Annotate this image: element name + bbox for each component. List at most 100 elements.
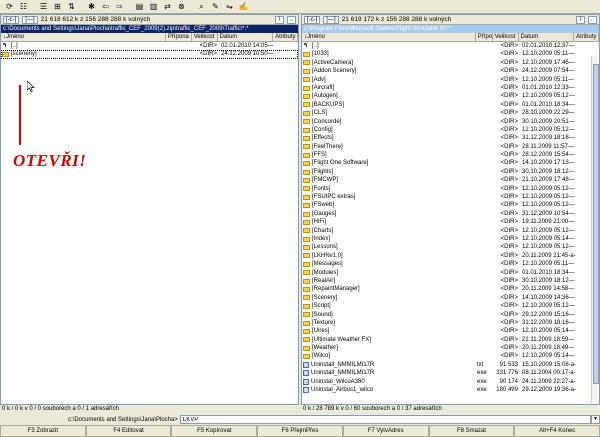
fkey-button-3[interactable]: F5 Kopírovat	[171, 425, 258, 437]
rename-icon[interactable]: ✎	[209, 1, 222, 13]
file-row[interactable]: [FSweb] <DIR> 12.10.2009 05:12—	[302, 201, 599, 209]
file-row[interactable]: [Scenery] <DIR> 14.10.2009 14:36—	[302, 294, 599, 302]
left-drive-select[interactable]: [-c-]	[3, 15, 20, 24]
folder-icon	[303, 253, 310, 259]
command-history-dropdown[interactable]: ▼	[591, 415, 600, 424]
fkey-button-6[interactable]: F8 Smazat	[428, 425, 515, 437]
file-row[interactable]: [Script] <DIR> 12.10.2009 05:12—	[302, 302, 599, 310]
file-row[interactable]: [Weather] <DIR> 20.11.2009 18:49—	[302, 344, 599, 352]
file-row[interactable]: [Adv] <DIR> 12.10.2009 05:11—	[302, 76, 599, 84]
file-row[interactable]: [Concorde] <DIR> 30.10.2009 20:51—	[302, 118, 599, 126]
right-col-date[interactable]: Datum	[519, 33, 575, 41]
file-row[interactable]: [CLS] <DIR> 28.10.2009 22:29—	[302, 109, 599, 117]
file-name: [Index]	[312, 235, 331, 242]
disconnect-icon[interactable]: ⊗	[175, 1, 188, 13]
forward-icon[interactable]: ⇨	[113, 1, 126, 13]
right-parent-button[interactable]: ..	[588, 15, 597, 24]
up-dir-icon: ↰	[2, 43, 8, 50]
file-row[interactable]: [BACKUPS] <DIR> 01.01.2010 18:34—	[302, 101, 599, 109]
brief-view-icon[interactable]: ☷	[17, 1, 30, 13]
select-icon[interactable]: ✱	[85, 1, 98, 13]
file-row[interactable]: [FMCWP] <DIR> 21.10.2009 17:48—	[302, 176, 599, 184]
file-row[interactable]: [Gauges] <DIR> 31.12.2009 10:54—	[302, 210, 599, 218]
pack-icon[interactable]: ▤	[133, 1, 146, 13]
right-panel[interactable]: [-c-] [—] 21 619 172 k z 156 288 288 k v…	[301, 14, 600, 405]
left-panel[interactable]: [-c-] [—] 21 618 612 k z 156 288 288 k v…	[0, 14, 299, 405]
file-row[interactable]: [Lessons] <DIR> 12.10.2009 05:12—	[302, 243, 599, 251]
file-row[interactable]: Uninstal_WilcoA380 exe 90 174 24.11.2009 22…	[302, 378, 599, 386]
file-row[interactable]: [Aircraft] <DIR> 01.01.2010 12:33—	[302, 84, 599, 92]
file-row[interactable]: [Charts] <DIR> 12.10.2009 05:12—	[302, 227, 599, 235]
left-col-name[interactable]: ↓Jméno	[1, 33, 166, 41]
file-row[interactable]: [RealAir] <DIR> 30.10.2009 18:12—	[302, 277, 599, 285]
file-row[interactable]: [sceneny] <DIR> 24.12.2009 10:50—	[1, 50, 298, 59]
file-row[interactable]: [Autogen] <DIR> 12.10.2009 05:12—	[302, 92, 599, 100]
file-row[interactable]: ↰ [..] <DIR> 02.01.2010 12:37—	[302, 42, 599, 50]
right-col-attr[interactable]: Atributy	[574, 33, 599, 41]
file-row[interactable]: [Addon Scenery] <DIR> 24.12.2009 07:54—	[302, 67, 599, 75]
file-name: [Aircraft]	[312, 84, 335, 91]
fkey-button-7[interactable]: Alt+F4 Konec	[514, 425, 600, 437]
file-row[interactable]: [Index] <DIR> 12.10.2009 05:14—	[302, 235, 599, 243]
file-row[interactable]: [Flights] <DIR> 30.10.2009 18:12—	[302, 168, 599, 176]
file-row[interactable]: [Modules] <DIR> 01.01.2010 18:34—	[302, 269, 599, 277]
command-input[interactable]	[179, 415, 591, 424]
file-row[interactable]: [LKHNv1.0] <DIR> 20.11.2009 21:45-a-	[302, 252, 599, 260]
right-drive-select[interactable]: [-c-]	[304, 15, 321, 24]
file-row[interactable]: [RepaintManager] <DIR> 20.11.2009 14:58—	[302, 285, 599, 293]
file-row[interactable]: [Messages] <DIR> 12.10.2009 05:11—	[302, 260, 599, 268]
fkey-button-1[interactable]: F3 Zobrazit	[0, 425, 86, 437]
file-row[interactable]: ↰ [..] <DIR> 02.01.2010 14:05—	[1, 42, 298, 50]
file-row[interactable]: [Flight One Software] <DIR> 14.10.2009 17:…	[302, 159, 599, 167]
find-icon[interactable]: ⌕	[195, 1, 208, 13]
right-scroll-thumb[interactable]	[593, 64, 599, 384]
ftp-icon[interactable]: ⇄	[161, 1, 174, 13]
fkey-button-2[interactable]: F4 Editovat	[85, 425, 172, 437]
left-path-bar[interactable]: c:\Documents and Settings\Jana\Plocha\tr…	[1, 25, 298, 33]
right-scrollbar[interactable]	[591, 56, 599, 404]
file-row[interactable]: [Config] <DIR> 12.10.2009 05:12—	[302, 126, 599, 134]
file-row[interactable]: [Uires] <DIR> 12.10.2009 05:14—	[302, 327, 599, 335]
file-row[interactable]: [Fonts] <DIR> 12.10.2009 05:12—	[302, 185, 599, 193]
file-row[interactable]: [FeelThere] <DIR> 28.11.2009 11:57—	[302, 143, 599, 151]
left-parent-button[interactable]: ..	[287, 15, 296, 24]
file-row[interactable]: [FSUIPC extras] <DIR> 12.10.2009 05:12—	[302, 193, 599, 201]
unpack-icon[interactable]: ▥	[147, 1, 160, 13]
right-path-bar[interactable]: c:\Program Files\Microsoft Games\Flight …	[302, 25, 599, 33]
sort-icon[interactable]: ⇅	[65, 1, 78, 13]
file-row[interactable]: Uninstall_NMMILMI17R txt 91 533 15.10.2009 …	[302, 361, 599, 369]
file-size: <DIR>	[500, 303, 518, 310]
right-col-ext[interactable]: Přípona	[476, 33, 493, 41]
right-root-button[interactable]: \	[576, 15, 585, 24]
file-row[interactable]: [Sound] <DIR> 29.12.2009 15:16—	[302, 311, 599, 319]
file-row[interactable]: [Wilco] <DIR> 12.10.2009 05:14—	[302, 352, 599, 360]
left-col-ext[interactable]: Přípona	[166, 33, 192, 41]
left-col-date[interactable]: Datum	[218, 33, 274, 41]
refresh-icon[interactable]: ⟳	[3, 1, 16, 13]
right-col-name[interactable]: ↓Jméno	[302, 33, 476, 41]
file-row[interactable]: [1033] <DIR> 12.10.2009 05:11—	[302, 50, 599, 58]
sync-icon[interactable]: ⇋	[223, 1, 236, 13]
right-col-size[interactable]: Velikost	[493, 33, 519, 41]
notepad-icon[interactable]: ✍	[237, 1, 250, 13]
left-status: 0 k / 0 k v 0 / 0 souborech a 0 / 1 adre…	[0, 405, 299, 414]
file-row[interactable]: Uninstall_NMMILMI17R exe 331 776 08.11.2004…	[302, 369, 599, 377]
fkey-button-5[interactable]: F7 VytvAdres	[342, 425, 429, 437]
full-view-icon[interactable]: ☰	[37, 1, 50, 13]
file-row[interactable]: [ActiveCamera] <DIR> 12.10.2009 17:46—	[302, 59, 599, 67]
fkey-button-4[interactable]: F6 PřejmPřes	[257, 425, 343, 437]
file-row[interactable]: [FFS] <DIR> 28.12.2009 15:54—	[302, 151, 599, 159]
back-icon[interactable]: ⇦	[99, 1, 112, 13]
tree-icon[interactable]: ⊞	[51, 1, 64, 13]
file-row[interactable]: Uninstal_Airbus1_wilco exe 180 499 29.12.20…	[302, 386, 599, 394]
left-col-size[interactable]: Velikost	[192, 33, 218, 41]
file-name: Uninstall_NMMILMI17R	[311, 361, 375, 368]
left-col-attr[interactable]: Atributy	[273, 33, 298, 41]
right-column-headers: ↓Jméno Přípona Velikost Datum Atributy	[302, 33, 599, 42]
file-ext	[477, 327, 494, 335]
file-row[interactable]: [Ultimate Weather FX] <DIR> 22.11.2009 18:…	[302, 336, 599, 344]
file-row[interactable]: [Effects] <DIR> 31.12.2009 18:18—	[302, 134, 599, 142]
left-root-button[interactable]: \	[275, 15, 284, 24]
file-row[interactable]: [Texture] <DIR> 31.12.2009 18:16—	[302, 319, 599, 327]
file-row[interactable]: [HiFi] <DIR> 19.11.2009 21:00—	[302, 218, 599, 226]
